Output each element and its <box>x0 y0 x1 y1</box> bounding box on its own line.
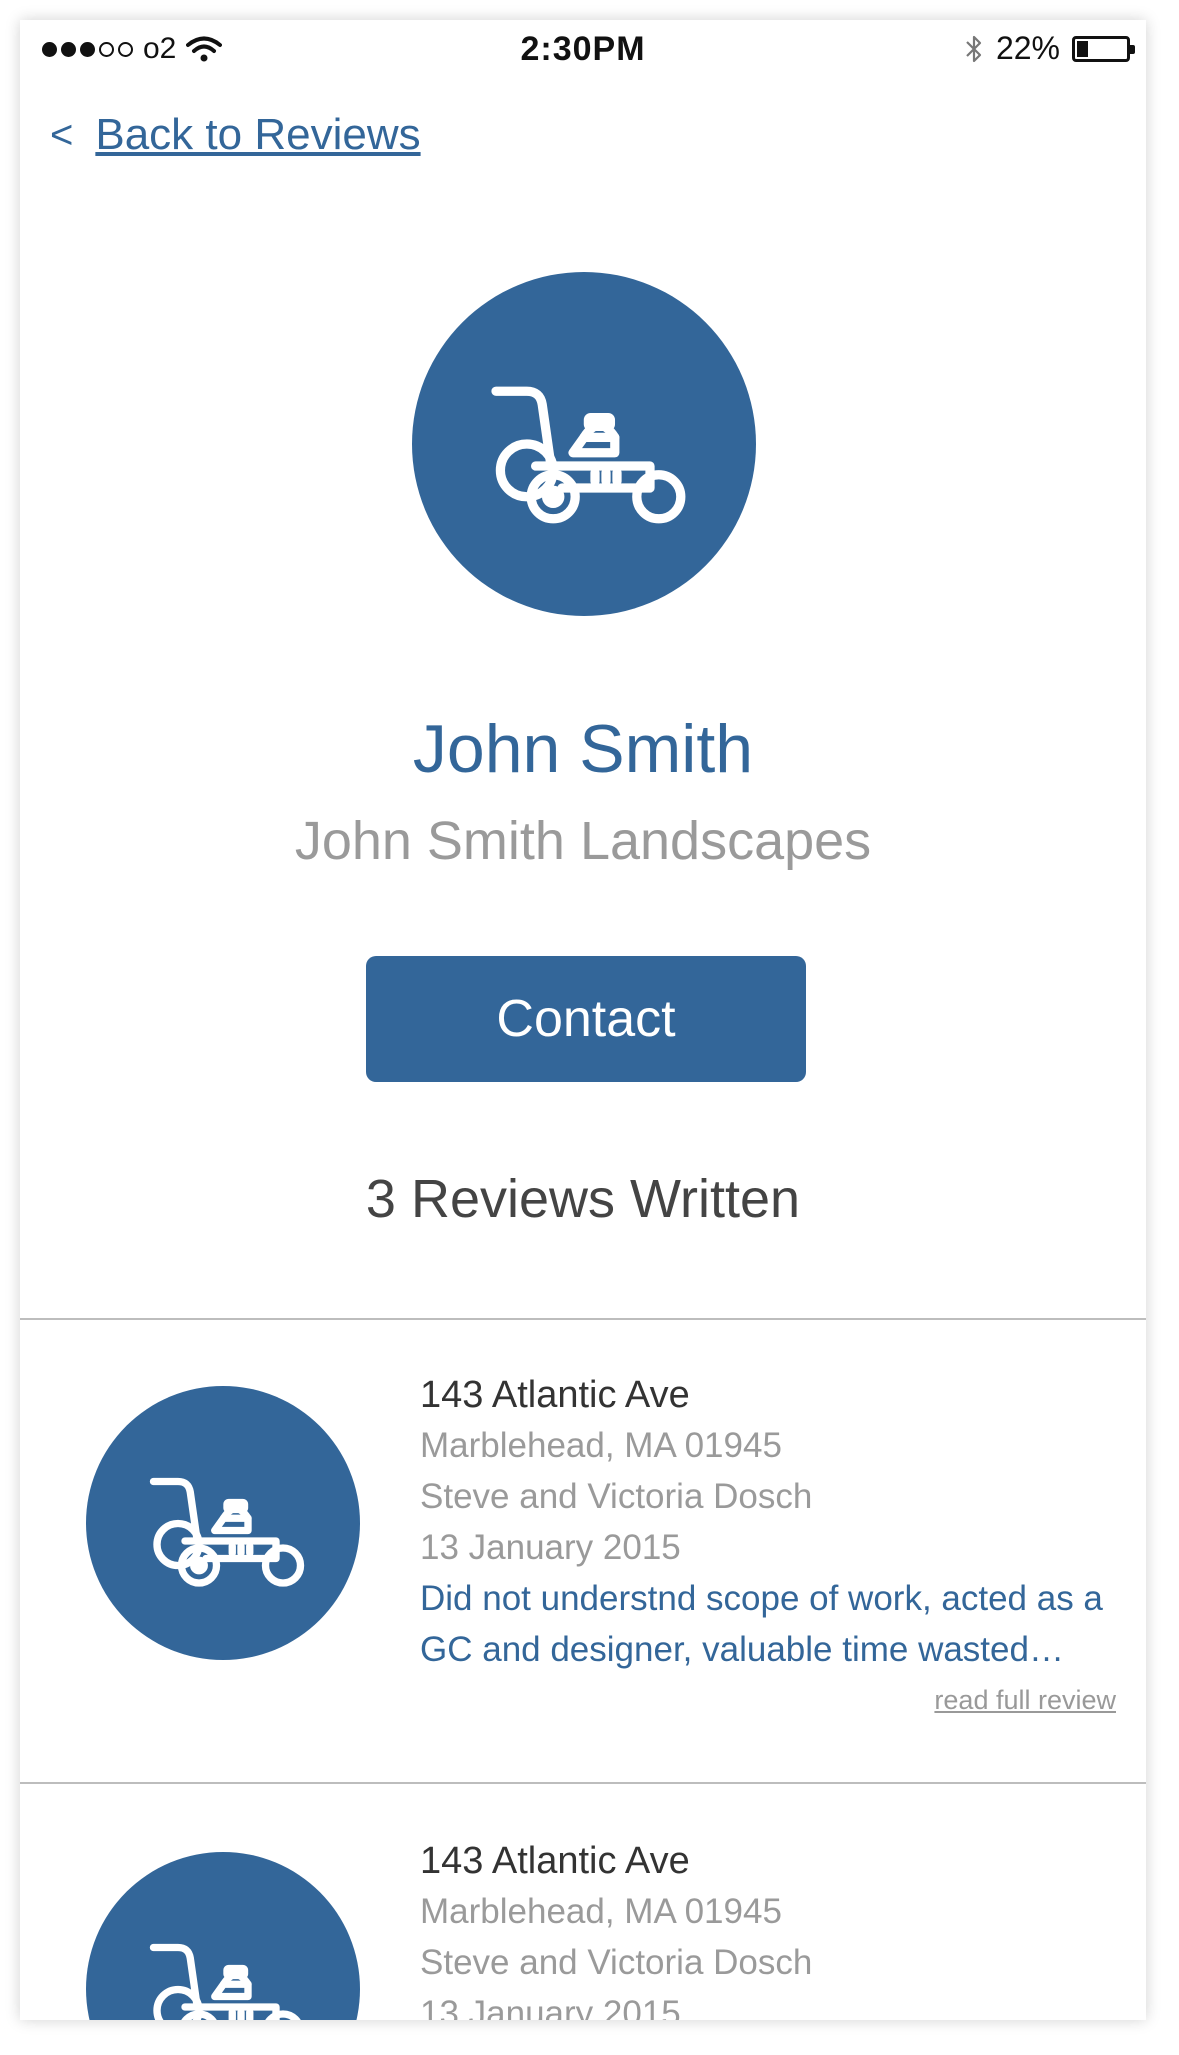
review-address: 143 Atlantic Ave <box>420 1840 690 1882</box>
profile-name: John Smith <box>412 711 754 787</box>
review-date: 13 January 2015 <box>420 1528 681 1567</box>
status-right: 22% <box>964 30 1135 67</box>
review-avatar <box>86 1852 360 2020</box>
review-client: Steve and Victoria Dosch <box>420 1943 813 1982</box>
battery-icon <box>1072 35 1135 62</box>
read-full-review-link[interactable]: read full review <box>420 1685 1116 1716</box>
chevron-left-icon: < <box>50 112 74 157</box>
lawn-mower-icon <box>491 386 686 524</box>
battery-percent: 22% <box>995 30 1060 66</box>
review-address: 143 Atlantic Ave <box>420 1374 690 1416</box>
lawn-mower-icon <box>149 1477 304 1587</box>
review-city: Marblehead, MA 01945 <box>420 1426 782 1465</box>
review-client: Steve and Victoria Dosch <box>420 1477 813 1516</box>
review-item[interactable]: 143 Atlantic Ave Marblehead, MA 01945 St… <box>20 1320 1146 1780</box>
review-text: 143 Atlantic Ave Marblehead, MA 01945 St… <box>420 1370 1116 1716</box>
lawn-mower-icon <box>149 1943 301 2020</box>
back-link-label: Back to Reviews <box>95 110 421 159</box>
reviews-count: 3 Reviews Written <box>365 1169 801 1229</box>
back-to-reviews-link[interactable]: < Back to Reviews <box>50 110 421 160</box>
phone-screen: o2 2:30PM 22% < Back to Reviews John Smi… <box>20 20 1146 2020</box>
bluetooth-icon <box>966 35 982 62</box>
contact-button[interactable]: Contact <box>366 956 806 1082</box>
profile-avatar <box>412 272 756 616</box>
review-avatar <box>86 1386 360 1660</box>
review-excerpt: Did not understnd scope of work, acted a… <box>420 1579 1103 1669</box>
review-text: 143 Atlantic Ave Marblehead, MA 01945 St… <box>420 1836 1116 2020</box>
status-bar: o2 2:30PM 22% <box>20 20 1146 80</box>
review-date: 13 January 2015 <box>420 1994 681 2020</box>
profile-company: John Smith Landscapes <box>294 811 872 871</box>
review-city: Marblehead, MA 01945 <box>420 1892 782 1931</box>
review-item[interactable]: 143 Atlantic Ave Marblehead, MA 01945 St… <box>20 1784 1146 2020</box>
